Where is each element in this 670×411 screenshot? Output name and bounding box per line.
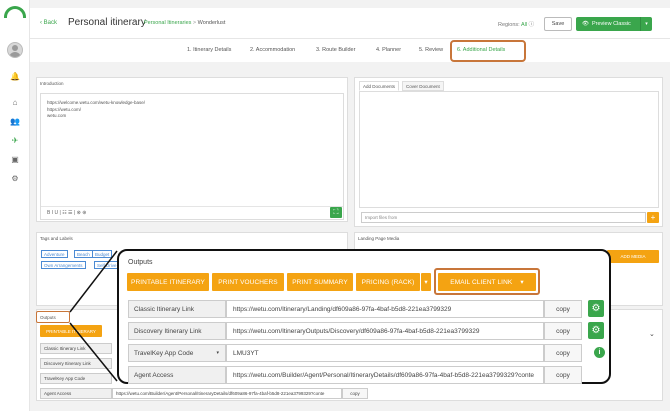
format-toolbar[interactable]: B I U | ☷ ☰ | ⊗ ⊕ — [47, 210, 86, 216]
import-files-select[interactable]: Import files from — [361, 212, 646, 223]
back-link[interactable]: ‹ Back — [40, 20, 57, 26]
intro-line: wetu.com — [47, 113, 67, 118]
tab-cover-document[interactable]: Cover Document — [402, 81, 444, 91]
pricing-dropdown-button[interactable]: ▾ — [421, 273, 431, 291]
gear-icon[interactable]: ⚙ — [588, 300, 604, 317]
pricing-rack-button[interactable]: PRICING (RACK) — [356, 273, 420, 291]
classic-link-url[interactable]: https://wetu.com/Itinerary/Landing/df609… — [226, 300, 544, 318]
agent-access-label: Agent Access — [128, 366, 226, 384]
regions-label: Regions: — [498, 22, 520, 28]
documents-panel: Add Documents Cover Document Import file… — [354, 77, 663, 227]
add-media-button[interactable]: ADD MEDIA — [607, 250, 659, 263]
chevron-down-icon: ▾ — [216, 350, 219, 356]
discovery-link-url[interactable]: https://wetu.com/ItineraryOutputs/Discov… — [226, 322, 544, 340]
bell-icon[interactable]: 🔔 — [8, 70, 22, 82]
tag-budget[interactable]: Budget — [92, 250, 113, 258]
printable-itinerary-button-small[interactable]: PRINTABLE ITINERARY — [40, 325, 102, 337]
tab-review[interactable]: 5. Review — [419, 47, 443, 53]
copy-button[interactable]: copy — [544, 344, 582, 362]
left-sidebar: 🔔 ⌂ 👥 ✈ ▣ ⚙ — [0, 0, 30, 411]
home-icon[interactable]: ⌂ — [8, 96, 22, 108]
intro-line: https://welcome.wetu.com/wetu-knowledge-… — [47, 100, 146, 105]
printable-itinerary-button[interactable]: PRINTABLE ITINERARY — [127, 273, 209, 291]
outputs-zoom-callout: Outputs PRINTABLE ITINERARY PRINT VOUCHE… — [117, 249, 611, 384]
classic-link-label-small: Classic Itinerary Link — [40, 343, 112, 354]
tab-add-documents[interactable]: Add Documents — [359, 81, 400, 91]
breadcrumb-current: Wonderlust — [197, 20, 226, 26]
outputs-title: Outputs — [128, 259, 153, 266]
agent-access-url[interactable]: https://wetu.com/Builder/Agent/Personal/… — [226, 366, 544, 384]
preview-label: Preview Classic — [591, 21, 631, 27]
expand-icon[interactable]: ⛶ — [330, 207, 342, 218]
agent-access-url-small[interactable]: https://wetu.com/Builder/Agent/Personal/… — [112, 388, 342, 399]
back-label: Back — [43, 20, 58, 26]
tag-own-arrangements[interactable]: Own Arrangements — [41, 261, 86, 269]
send-icon[interactable]: ✈ — [8, 134, 22, 146]
introduction-text[interactable]: https://welcome.wetu.com/wetu-knowledge-… — [47, 100, 145, 120]
print-summary-button[interactable]: PRINT SUMMARY — [287, 273, 353, 291]
tab-highlight — [450, 40, 526, 62]
page-title: Personal itinerary — [68, 17, 146, 28]
tab-planner[interactable]: 4. Planner — [376, 47, 401, 53]
tab-itinerary-details[interactable]: 1. Itinerary Details — [187, 47, 231, 53]
breadcrumb-separator: > — [192, 20, 197, 26]
introduction-panel: Introduction https://welcome.wetu.com/we… — [36, 77, 348, 222]
chevron-down-icon[interactable]: ▾ — [640, 17, 652, 31]
travelkey-label-small[interactable]: TravelKey App Code — [40, 373, 112, 384]
tags-label: Tags and Labels — [40, 236, 73, 241]
breadcrumb-parent[interactable]: Personal Itineraries — [144, 20, 191, 26]
regions-filter[interactable]: Regions: All ⓘ — [498, 20, 534, 28]
copy-button[interactable]: copy — [544, 366, 582, 384]
header-bar: ‹ Back Personal itinerary Personal Itine… — [30, 8, 670, 38]
travelkey-select[interactable]: TravelKey App Code ▾ — [128, 344, 226, 362]
copy-button[interactable]: copy — [544, 300, 582, 318]
wetu-logo[interactable] — [4, 6, 26, 18]
eye-icon: 👁 — [582, 21, 589, 27]
email-client-link-highlight — [434, 268, 540, 295]
classic-link-label: Classic Itinerary Link — [128, 300, 226, 318]
tag-adventure[interactable]: Adventure — [41, 250, 68, 258]
outputs-label-highlight — [36, 311, 70, 323]
settings-icon[interactable]: ⚙ — [8, 172, 22, 184]
discovery-link-label-small: Discovery Itinerary Link — [40, 358, 112, 369]
gear-icon[interactable]: ⚙ — [588, 322, 604, 339]
avatar[interactable] — [7, 42, 23, 58]
travelkey-code[interactable]: LMU3YT — [226, 344, 544, 362]
introduction-editor[interactable]: https://welcome.wetu.com/wetu-knowledge-… — [40, 93, 344, 220]
users-icon[interactable]: 👥 — [8, 115, 22, 127]
landing-media-label: Landing Page Media — [358, 236, 400, 241]
print-vouchers-button[interactable]: PRINT VOUCHERS — [212, 273, 284, 291]
copy-button-small[interactable]: copy — [342, 388, 368, 399]
document-dropzone[interactable] — [359, 91, 659, 208]
regions-value[interactable]: All — [521, 22, 527, 28]
travelkey-label: TravelKey App Code — [134, 349, 194, 357]
tag-beach[interactable]: Beach — [74, 250, 93, 258]
info-icon[interactable]: i — [594, 347, 605, 358]
breadcrumb: Personal Itineraries > Wonderlust — [144, 20, 225, 26]
tab-route-builder[interactable]: 3. Route Builder — [316, 47, 355, 53]
tag-self-drive[interactable]: Self Drive — [94, 261, 120, 269]
image-icon[interactable]: ▣ — [8, 153, 22, 165]
discovery-link-label: Discovery Itinerary Link — [128, 322, 226, 340]
chevron-down-icon[interactable]: ⌄ — [649, 330, 655, 338]
wizard-tabs: 1. Itinerary Details 2. Accommodation 3.… — [30, 38, 670, 62]
info-icon: ⓘ — [528, 22, 535, 28]
introduction-label: Introduction — [40, 81, 64, 86]
copy-button[interactable]: copy — [544, 322, 582, 340]
save-button[interactable]: Save — [544, 17, 572, 31]
preview-classic-button[interactable]: 👁 Preview Classic ▾ — [576, 17, 652, 31]
agent-access-label-small: Agent Access — [40, 388, 112, 399]
add-document-button[interactable]: + — [647, 212, 659, 223]
tab-accommodation[interactable]: 2. Accommodation — [250, 47, 295, 53]
